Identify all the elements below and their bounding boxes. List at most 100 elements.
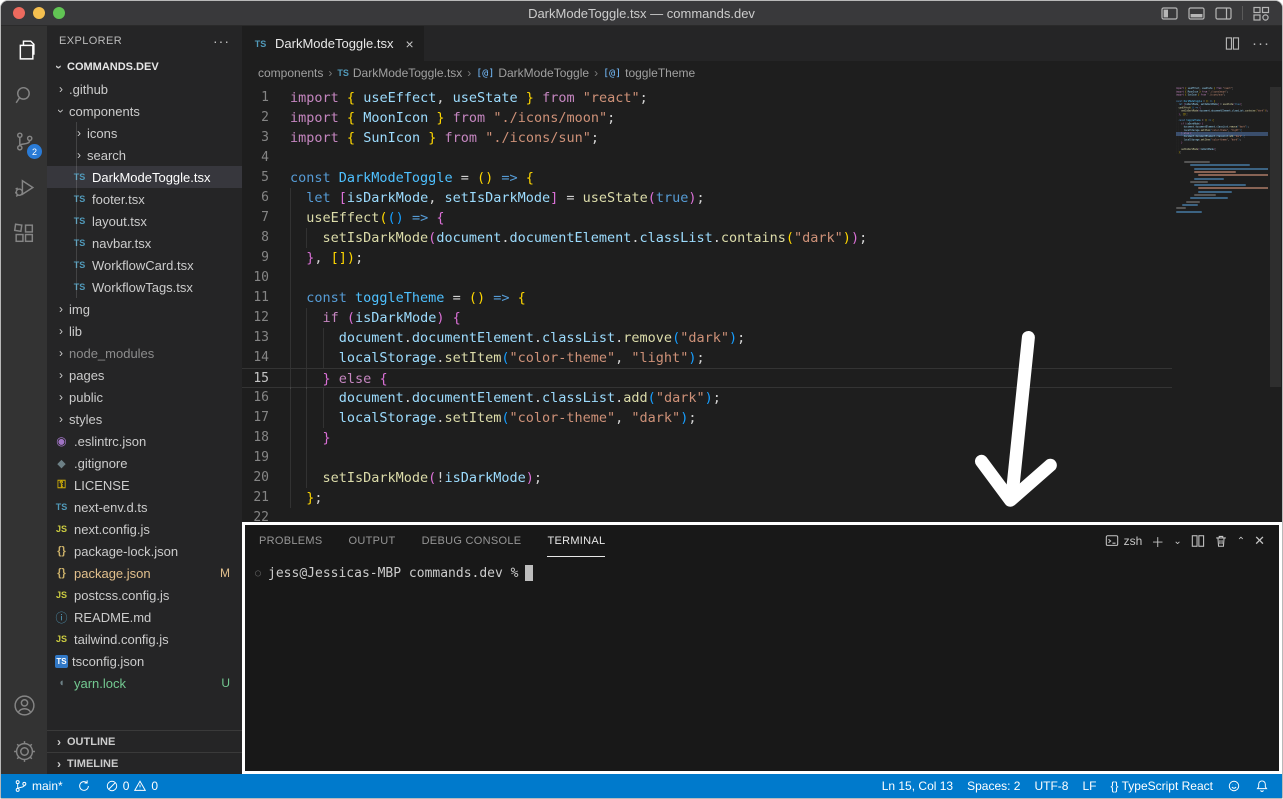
tree-item-package-lock-json[interactable]: {}package-lock.json [47, 540, 242, 562]
tree-item-postcss-config-js[interactable]: JSpostcss.config.js [47, 584, 242, 606]
account-icon[interactable] [1, 682, 47, 728]
explorer-icon[interactable] [1, 26, 47, 72]
explorer-actions-icon[interactable]: ··· [213, 33, 230, 49]
tree-item-label: yarn.lock [74, 676, 126, 691]
tree-item-label: pages [69, 368, 104, 383]
tree-item-yarn-lock[interactable]: ◖yarn.lockU [47, 672, 242, 694]
source-control-icon[interactable]: 2 [1, 118, 47, 164]
tree-item-tailwind-config-js[interactable]: JStailwind.config.js [47, 628, 242, 650]
tree-item-node-modules[interactable]: ›node_modules [47, 342, 242, 364]
chevron-right-icon: › [53, 390, 69, 404]
terminal-dropdown-chevron-icon[interactable]: ⌄ [1173, 536, 1181, 547]
search-icon[interactable] [1, 72, 47, 118]
maximize-panel-chevron-icon[interactable]: ⌃ [1237, 536, 1245, 547]
explorer-sidebar: EXPLORER ··· › COMMANDS.DEV ›.github›com… [47, 26, 242, 774]
breadcrumb-item-toggletheme[interactable]: [@]toggleTheme [603, 66, 695, 80]
split-terminal-icon[interactable] [1191, 534, 1205, 548]
run-debug-icon[interactable] [1, 164, 47, 210]
code-editor[interactable]: 1import { useEffect, useState } from "re… [242, 85, 1282, 522]
terminal-body[interactable]: ○ jess@Jessicas-MBP commands.dev % [245, 557, 1279, 771]
editor-scrollbar[interactable] [1270, 87, 1281, 387]
tree-item-label: styles [69, 412, 102, 427]
breadcrumb-item-darkmodetoggle-tsx[interactable]: TSDarkModeToggle.tsx [337, 66, 462, 80]
statusbar-indentation[interactable]: Spaces: 2 [960, 774, 1027, 798]
customize-layout-icon[interactable] [1253, 6, 1270, 21]
tree-item-img[interactable]: ›img [47, 298, 242, 320]
typescript-file-icon: TS [252, 39, 269, 49]
statusbar-problems[interactable]: 00 [98, 774, 165, 798]
line-number: 17 [242, 408, 290, 428]
breadcrumb-item-components[interactable]: components [258, 66, 323, 80]
code-line-14: 14localStorage.setItem("color-theme", "l… [242, 348, 1172, 368]
tree-item-label: next-env.d.ts [74, 500, 147, 515]
tree-item-license[interactable]: ⚿LICENSE [47, 474, 242, 496]
maximize-window-button[interactable] [53, 7, 65, 19]
tree-item--eslintrc-json[interactable]: ◉.eslintrc.json [47, 430, 242, 452]
outline-section-header[interactable]: › OUTLINE [47, 730, 242, 752]
tree-item-label: package.json [74, 566, 151, 581]
statusbar-cursor-position[interactable]: Ln 15, Col 13 [875, 774, 960, 798]
javascript-file-icon: JS [53, 634, 70, 644]
timeline-section-header[interactable]: › TIMELINE [47, 752, 242, 774]
workspace-root-label: COMMANDS.DEV [67, 61, 159, 73]
tree-item-label: layout.tsx [92, 214, 147, 229]
panel-tab-debug-console[interactable]: DEBUG CONSOLE [422, 525, 522, 557]
panel-tab-terminal[interactable]: TERMINAL [547, 525, 605, 557]
toggle-panel-icon[interactable] [1188, 6, 1205, 21]
panel-tab-output[interactable]: OUTPUT [349, 525, 396, 557]
split-editor-icon[interactable] [1225, 36, 1240, 51]
tab-close-icon[interactable]: × [406, 36, 414, 52]
close-window-button[interactable] [13, 7, 25, 19]
tree-item-public[interactable]: ›public [47, 386, 242, 408]
tree-item-next-env-d-ts[interactable]: TS next-env.d.ts [47, 496, 242, 518]
breadcrumb-item-darkmodetoggle[interactable]: [@]DarkModeToggle [476, 66, 589, 80]
tree-item-lib[interactable]: ›lib [47, 320, 242, 342]
chevron-right-icon: › [53, 302, 69, 316]
tree-item-readme-md[interactable]: ⓘREADME.md [47, 606, 242, 628]
statusbar-language-mode[interactable]: {} TypeScript React [1103, 774, 1220, 798]
tree-item-package-json[interactable]: {}package.jsonM [47, 562, 242, 584]
typescript-file-icon: TS [71, 194, 88, 204]
statusbar-feedback-icon[interactable] [1220, 774, 1248, 798]
new-terminal-icon[interactable]: ＋ [1151, 532, 1164, 551]
minimize-window-button[interactable] [33, 7, 45, 19]
line-number: 12 [242, 308, 290, 328]
statusbar-eol[interactable]: LF [1075, 774, 1103, 798]
statusbar-bell-icon[interactable] [1248, 774, 1276, 798]
statusbar-git-branch[interactable]: main* [7, 774, 70, 798]
tree-item-label: node_modules [69, 346, 154, 361]
chevron-right-icon: › [53, 82, 69, 96]
typescript-file-icon: TS [53, 502, 70, 512]
panel-tab-problems[interactable]: PROBLEMS [259, 525, 323, 557]
settings-gear-icon[interactable] [1, 728, 47, 774]
tab-darkmodetoggle[interactable]: TS DarkModeToggle.tsx × [242, 26, 424, 61]
toggle-secondary-sidebar-icon[interactable] [1215, 6, 1232, 21]
statusbar-sync-icon[interactable] [70, 774, 98, 798]
statusbar-encoding[interactable]: UTF-8 [1027, 774, 1075, 798]
minimap[interactable]: import { useEffect, useState } from "rea… [1176, 87, 1268, 515]
tree-item-pages[interactable]: ›pages [47, 364, 242, 386]
line-number: 4 [242, 148, 290, 168]
close-panel-icon[interactable]: ✕ [1254, 533, 1265, 549]
workspace-root-item[interactable]: › COMMANDS.DEV [47, 56, 242, 78]
tree-item-styles[interactable]: ›styles [47, 408, 242, 430]
code-line-13: 13document.documentElement.classList.rem… [242, 328, 1172, 348]
tree-item-label: icons [87, 126, 117, 141]
tree-item-components[interactable]: ›components [47, 100, 242, 122]
tree-item--github[interactable]: ›.github [47, 78, 242, 100]
kill-terminal-trash-icon[interactable] [1214, 534, 1228, 548]
tree-item-label: tsconfig.json [72, 654, 144, 669]
javascript-file-icon: JS [53, 590, 70, 600]
editor-more-actions-icon[interactable]: ··· [1252, 35, 1270, 52]
tree-item--gitignore[interactable]: ◆.gitignore [47, 452, 242, 474]
code-line-8: 8setIsDarkMode(document.documentElement.… [242, 228, 1172, 248]
line-number: 18 [242, 428, 290, 448]
extensions-icon[interactable] [1, 210, 47, 256]
shell-selector[interactable]: zsh [1105, 534, 1143, 548]
typescript-file-icon: TS [71, 238, 88, 248]
status-bar: main* 00 Ln 15, Col 13Spaces: 2UTF-8LF{} … [1, 774, 1282, 798]
toggle-sidebar-icon[interactable] [1161, 6, 1178, 21]
tree-item-next-config-js[interactable]: JSnext.config.js [47, 518, 242, 540]
tree-item-tsconfig-json[interactable]: TStsconfig.json [47, 650, 242, 672]
code-line-5: 5const DarkModeToggle = () => { [242, 168, 1172, 188]
